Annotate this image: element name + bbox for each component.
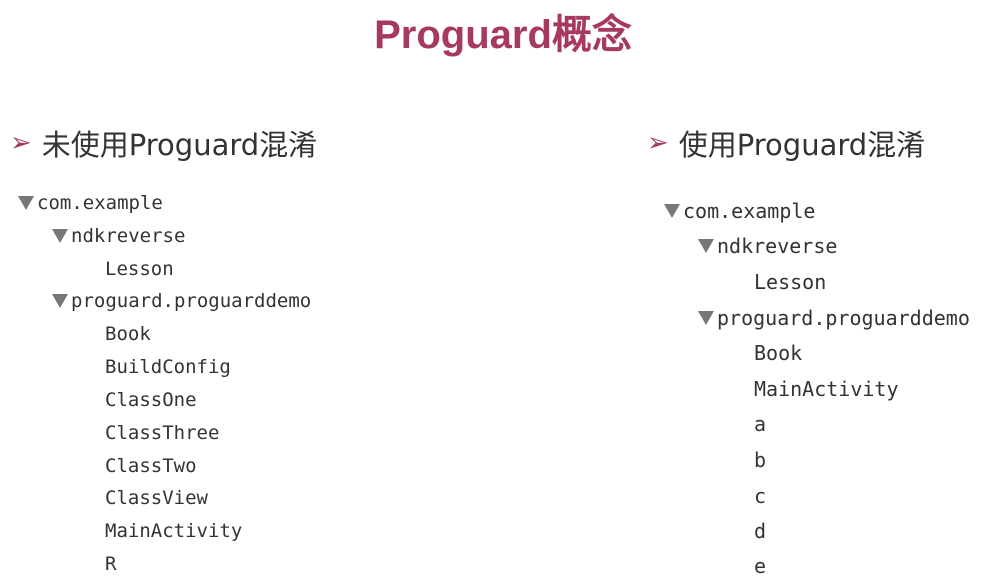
tree-node-label: Lesson: [105, 258, 174, 280]
expanded-triangle-icon[interactable]: [52, 229, 68, 243]
tree-node-label: ClassTwo: [105, 455, 197, 477]
tree-node-class[interactable]: MainActivity: [105, 520, 242, 542]
tree-node-class[interactable]: e: [754, 554, 766, 578]
tree-node-package[interactable]: ndkreverse: [52, 225, 185, 247]
tree-node-class[interactable]: c: [754, 484, 766, 508]
slide-title: Proguard概念: [374, 13, 632, 57]
tree-node-label: Lesson: [754, 270, 827, 294]
tree-node-class[interactable]: Book: [754, 341, 802, 365]
tree-node-label: BuildConfig: [105, 356, 231, 378]
tree-node-label: R: [105, 553, 117, 575]
tree-node-class[interactable]: ClassView: [105, 487, 208, 509]
tree-node-label: ClassThree: [105, 422, 220, 444]
tree-node-class[interactable]: MainActivity: [754, 377, 899, 401]
tree-node-class[interactable]: ClassThree: [105, 422, 219, 444]
tree-node-package[interactable]: ndkreverse: [698, 234, 837, 258]
bullet-unobfuscated: ➢ 未使用Proguard混淆: [10, 122, 317, 164]
tree-node-label: ndkreverse: [71, 225, 186, 247]
tree-node-class[interactable]: Lesson: [105, 258, 174, 280]
bullet-obfuscated: ➢ 使用Proguard混淆: [647, 122, 925, 164]
tree-node-label: proguard.proguarddemo: [717, 306, 970, 330]
tree-node-label: Book: [105, 323, 151, 345]
tree-node-label: a: [754, 412, 767, 436]
tree-node-root[interactable]: com.example: [18, 192, 163, 214]
tree-node-label: b: [754, 448, 767, 472]
tree-node-class[interactable]: ClassTwo: [105, 455, 197, 477]
tree-node-label: ClassOne: [105, 389, 197, 411]
bullet-label: 未使用Proguard混淆: [41, 128, 318, 162]
tree-node-class[interactable]: a: [754, 412, 766, 436]
tree-node-label: d: [754, 519, 767, 543]
expanded-triangle-icon[interactable]: [698, 311, 714, 325]
bullet-label: 使用Proguard混淆: [678, 128, 926, 162]
tree-node-label: MainActivity: [105, 520, 243, 542]
tree-node-label: MainActivity: [754, 377, 899, 401]
tree-node-label: c: [754, 484, 767, 508]
arrowhead-bullet-icon: ➢: [647, 128, 669, 158]
tree-node-class[interactable]: b: [754, 448, 766, 472]
tree-node-package[interactable]: proguard.proguarddemo: [52, 290, 311, 312]
expanded-triangle-icon[interactable]: [698, 239, 714, 253]
arrowhead-bullet-icon: ➢: [10, 128, 32, 158]
slide: Proguard概念 ➢ 未使用Proguard混淆 com.example n…: [0, 0, 1006, 580]
tree-node-class[interactable]: Lesson: [754, 270, 826, 294]
tree-node-label: ClassView: [105, 487, 208, 509]
tree-node-class[interactable]: d: [754, 519, 766, 543]
expanded-triangle-icon[interactable]: [52, 294, 68, 308]
tree-node-label: Book: [754, 341, 803, 365]
tree-node-package[interactable]: proguard.proguarddemo: [698, 306, 970, 330]
tree-node-root[interactable]: com.example: [664, 199, 815, 223]
tree-node-class[interactable]: ClassOne: [105, 389, 197, 411]
tree-node-label: proguard.proguarddemo: [71, 290, 312, 312]
tree-node-class[interactable]: BuildConfig: [105, 356, 231, 378]
expanded-triangle-icon[interactable]: [664, 204, 680, 218]
tree-node-class[interactable]: R: [105, 553, 116, 575]
tree-node-label: ndkreverse: [717, 234, 838, 258]
tree-node-label: e: [754, 554, 767, 578]
expanded-triangle-icon[interactable]: [18, 196, 34, 210]
tree-node-label: com.example: [37, 192, 163, 214]
tree-node-class[interactable]: Book: [105, 323, 151, 345]
tree-node-label: com.example: [683, 199, 816, 223]
